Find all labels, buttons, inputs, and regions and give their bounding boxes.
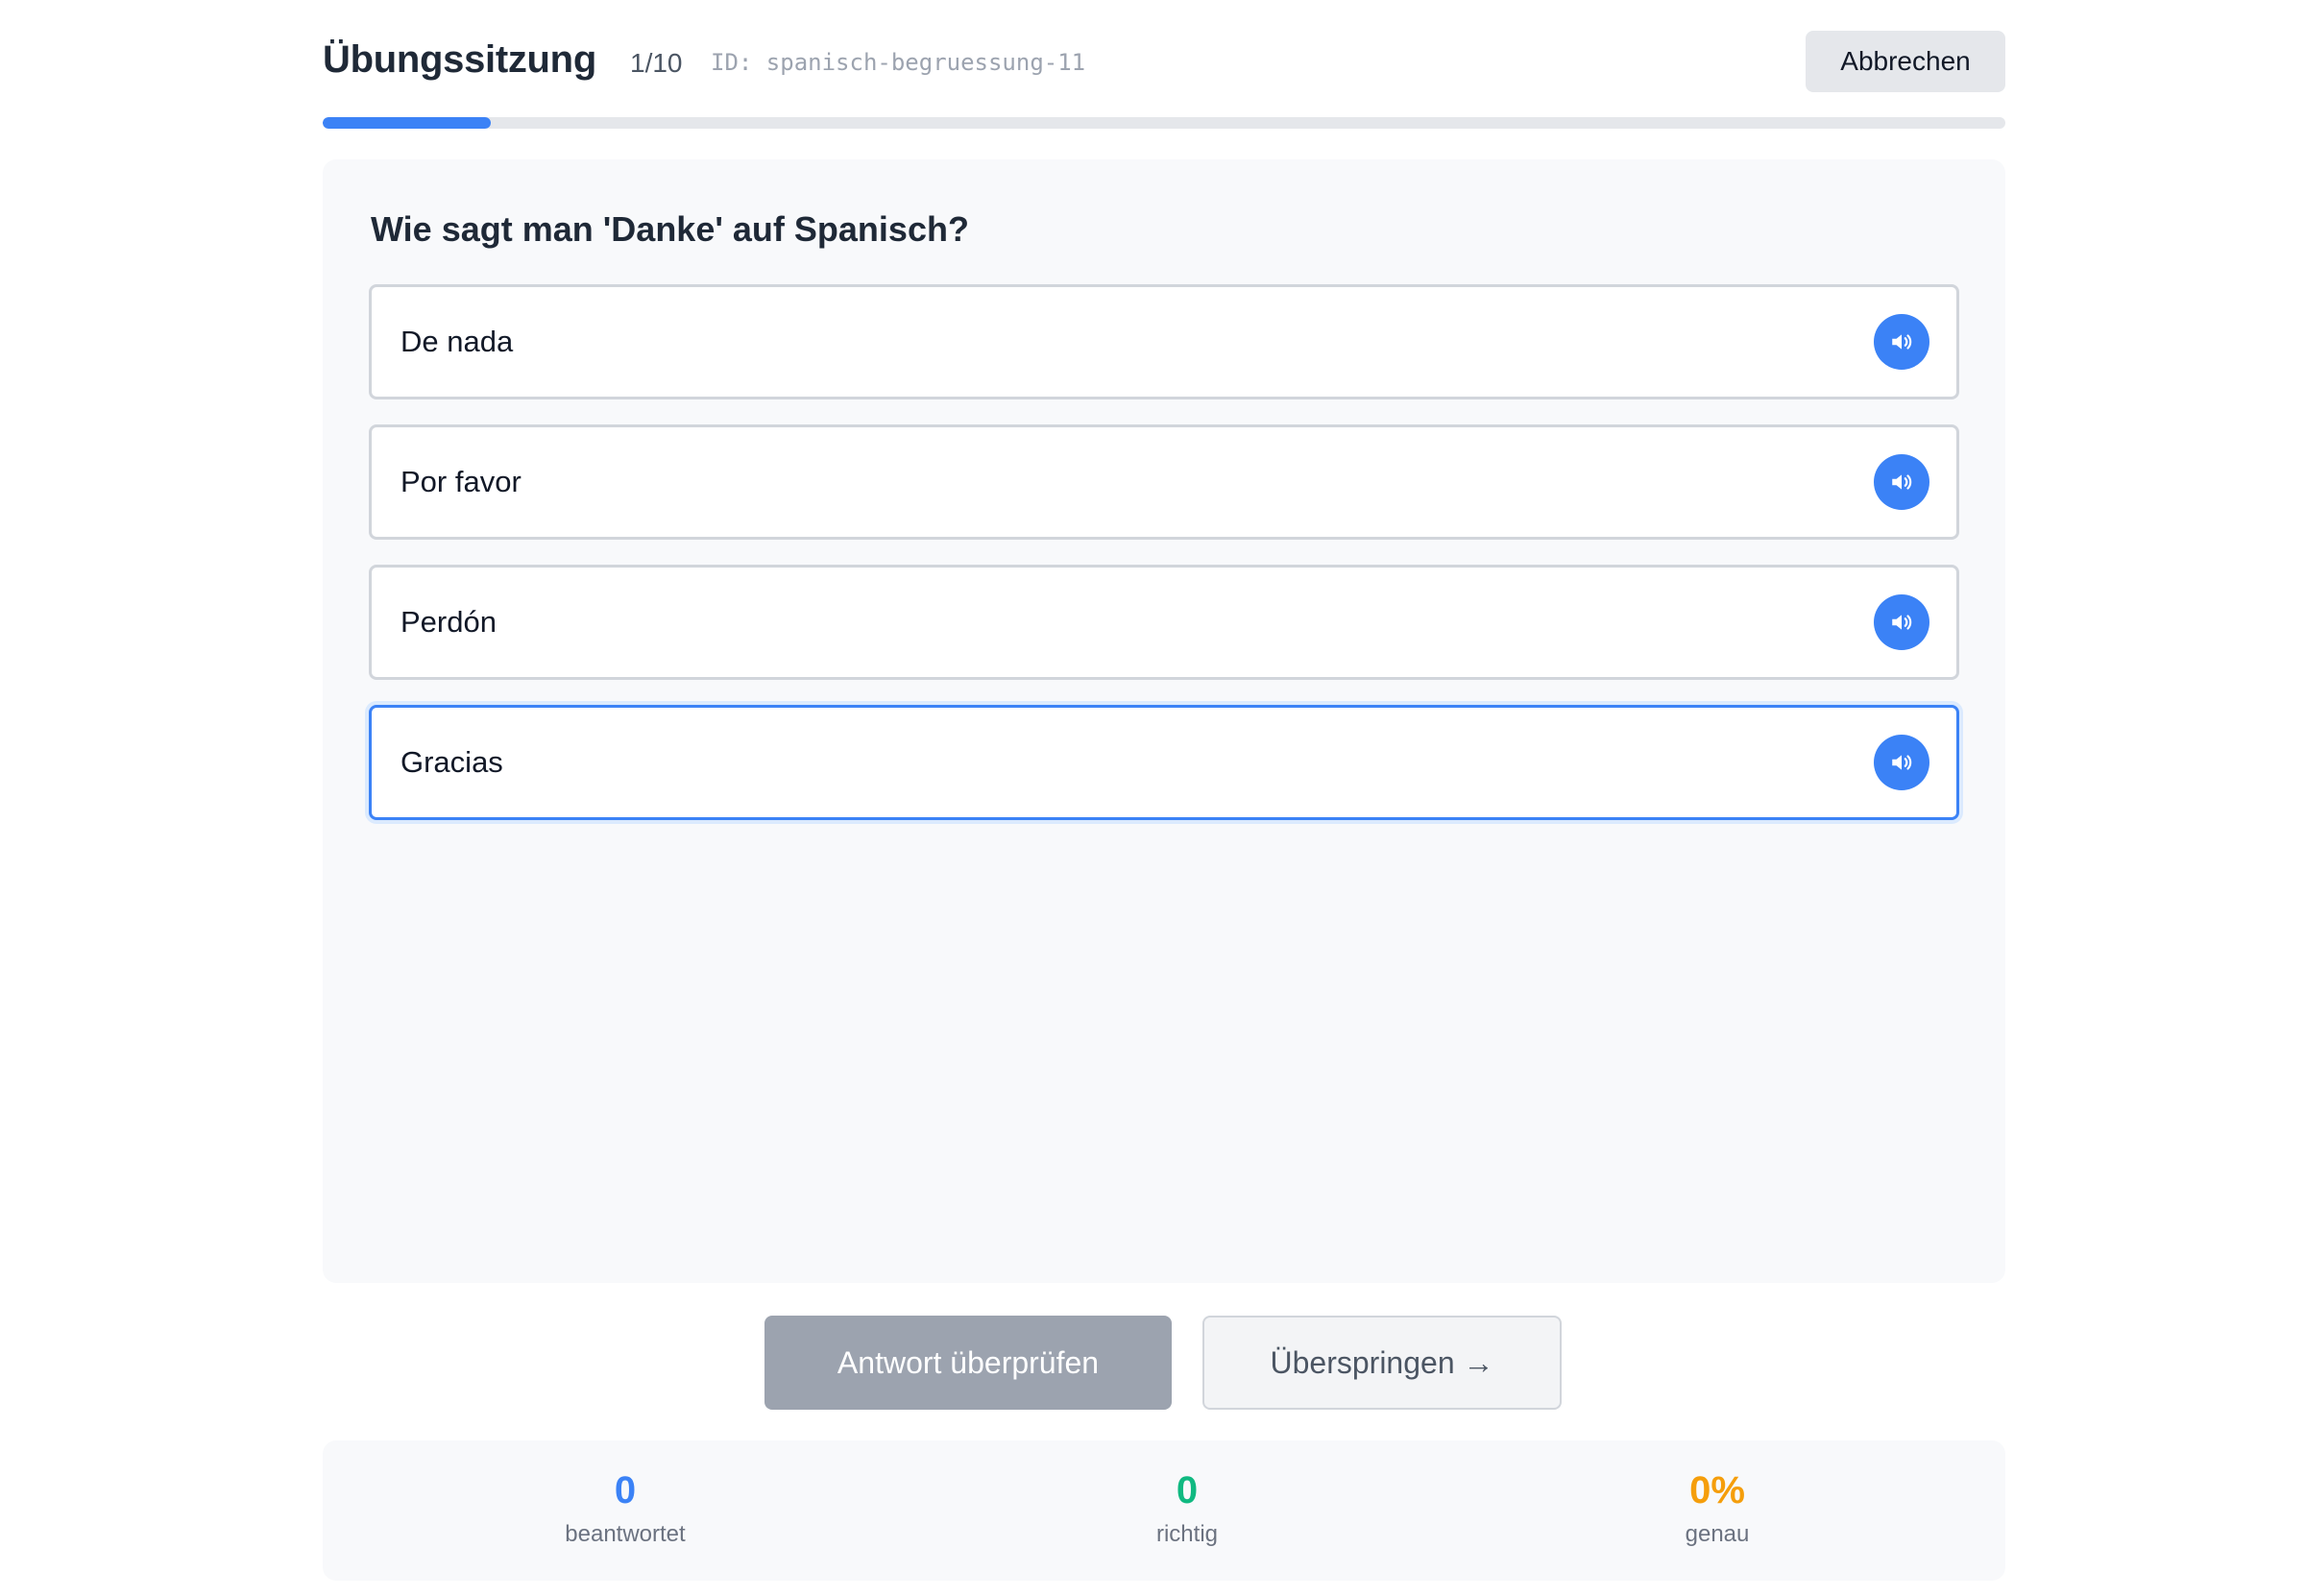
stats-panel: 0 beantwortet 0 richtig 0% genau [323, 1440, 2005, 1581]
answer-option-label: Gracias [400, 745, 503, 779]
progress-bar-fill [323, 117, 492, 129]
answer-option-label: De nada [400, 325, 514, 358]
session-id-label: ID: spanisch-begruessung-11 [711, 49, 1086, 76]
stat-correct-value: 0 [1176, 1469, 1199, 1511]
answer-option-de-nada[interactable]: De nada [369, 284, 1959, 399]
question-card: Wie sagt man 'Danke' auf Spanisch? De na… [323, 159, 2005, 1283]
answer-option-gracias[interactable]: Gracias [369, 705, 1959, 820]
skip-button[interactable]: Überspringen → [1202, 1316, 1562, 1410]
question-counter: 1/10 [630, 48, 683, 78]
stat-answered: 0 beantwortet [481, 1467, 769, 1548]
question-text: Wie sagt man 'Danke' auf Spanisch? [371, 209, 969, 249]
answer-options: De nada Por favor Perdón Gracias [369, 284, 1959, 845]
stat-answered-label: beantwortet [565, 1521, 686, 1547]
answer-option-por-favor[interactable]: Por favor [369, 424, 1959, 540]
action-bar: Antwort überprüfen Überspringen → [323, 1316, 2005, 1412]
page-title: Übungssitzung [323, 38, 596, 81]
speaker-icon[interactable] [1874, 314, 1929, 370]
cancel-button[interactable]: Abbrechen [1806, 31, 2005, 92]
stat-accuracy-label: genau [1685, 1521, 1750, 1547]
speaker-icon[interactable] [1874, 454, 1929, 510]
answer-option-label: Perdón [400, 605, 497, 639]
stat-accuracy: 0% genau [1573, 1467, 1861, 1548]
answer-option-perdon[interactable]: Perdón [369, 565, 1959, 680]
answer-option-label: Por favor [400, 465, 522, 498]
session-header: Übungssitzung 1/10 ID: spanisch-begruess… [323, 29, 2005, 94]
stat-correct-label: richtig [1155, 1521, 1219, 1547]
stat-answered-value: 0 [614, 1469, 637, 1511]
check-answer-button[interactable]: Antwort überprüfen [764, 1316, 1172, 1410]
speaker-icon[interactable] [1874, 735, 1929, 790]
stat-correct: 0 richtig [1043, 1467, 1331, 1548]
speaker-icon[interactable] [1874, 594, 1929, 650]
progress-bar [323, 117, 2005, 129]
stat-accuracy-value: 0% [1689, 1469, 1745, 1511]
